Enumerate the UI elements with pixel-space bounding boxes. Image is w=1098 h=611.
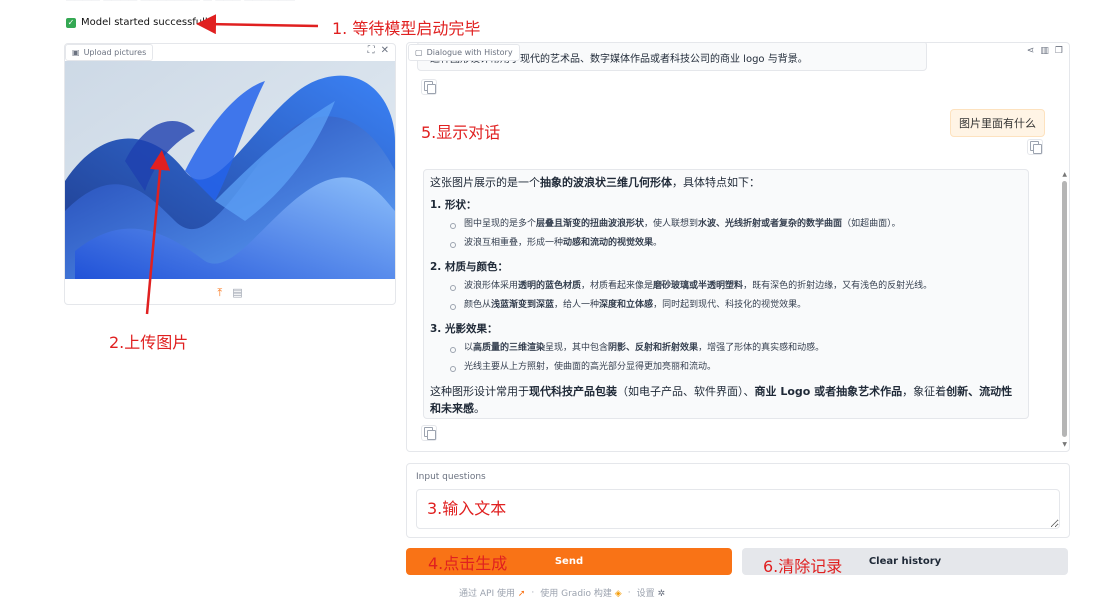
chat-label: ▢ Dialogue with History [408,44,520,61]
chat-icon: ▢ [415,48,423,57]
annotation-5: 5.显示对话 [421,123,501,142]
annotation-arrows [145,14,319,315]
chat-label-text: Dialogue with History [426,48,513,57]
annotation-1: 1. 等待模型启动完毕 [332,19,481,38]
annotation-2: 2.上传图片 [109,333,189,352]
annotation-6: 6.清除记录 [763,557,843,576]
annotation-3: 3.输入文本 [427,499,507,518]
arrow-status [196,14,319,35]
annotation-4: 4.点击生成 [428,554,508,573]
arrow-upload [145,150,171,315]
